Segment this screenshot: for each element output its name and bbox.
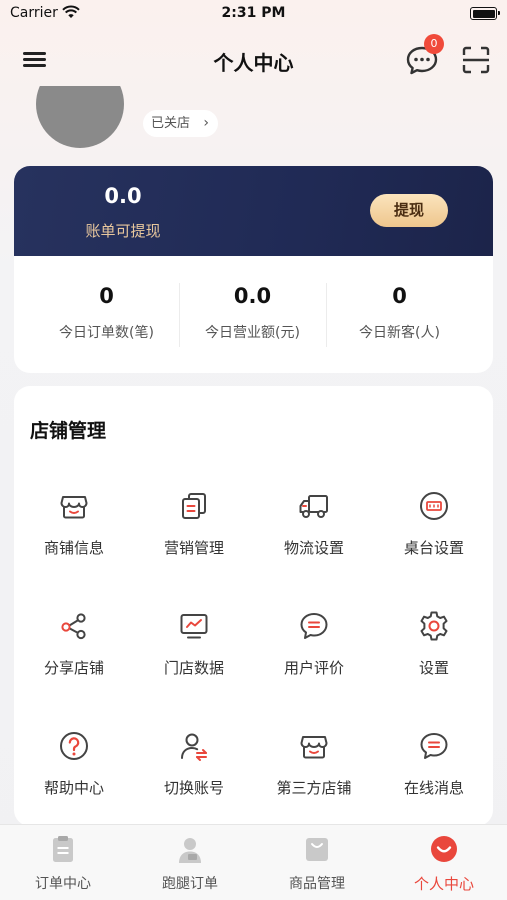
- shop-icon: [60, 496, 88, 519]
- bag-icon: [306, 838, 328, 861]
- grid-item-third-party-shop[interactable]: 第三方店铺: [254, 729, 374, 829]
- balance-label: 账单可提现: [85, 222, 161, 240]
- comment-icon: [300, 613, 328, 639]
- shop-status-label: 已关店: [151, 116, 191, 131]
- stat-revenue: 0.0 今日营业额(元): [175, 256, 330, 373]
- grid-item-label: 切换账号: [163, 779, 224, 797]
- grid-item-settings[interactable]: 设置: [374, 609, 494, 709]
- avatar[interactable]: [36, 86, 124, 148]
- truck-icon: [299, 495, 328, 518]
- stat-new-customers: 0 今日新客(人): [322, 256, 477, 373]
- grid-item-label: 门店数据: [163, 659, 224, 677]
- nav-bar: 个人中心 0: [0, 34, 507, 84]
- tab-label: 订单中心: [35, 876, 91, 892]
- balance-value: 0.0: [104, 184, 142, 208]
- section-title: 店铺管理: [30, 420, 107, 442]
- chat-icon: [420, 733, 448, 759]
- smile-icon: [431, 836, 457, 862]
- stat-label: 今日新客(人): [359, 325, 440, 341]
- grid-item-label: 营销管理: [163, 539, 224, 557]
- stat-orders: 0 今日订单数(笔): [29, 256, 184, 373]
- balance-card: 0.0 账单可提现 提现 0 今日订单数(笔) 0.0 今日营业额(元) 0 今…: [14, 166, 493, 373]
- status-time: 2:31 PM: [221, 5, 286, 21]
- third-party-shop-icon: [300, 736, 328, 759]
- share-icon: [61, 613, 86, 640]
- chevron-right-icon: ›: [203, 115, 210, 131]
- grid-item-label: 在线消息: [403, 779, 464, 797]
- grid-item-shop-info[interactable]: 商铺信息: [14, 489, 134, 589]
- tab-errand-orders[interactable]: 跑腿订单: [127, 825, 253, 900]
- stat-label: 今日订单数(笔): [59, 325, 154, 341]
- grid-item-label: 用户评价: [283, 659, 344, 677]
- courier-icon: [179, 838, 201, 863]
- stat-label: 今日营业额(元): [205, 325, 300, 341]
- tab-order-center[interactable]: 订单中心: [0, 825, 126, 900]
- grid-item-label: 商铺信息: [43, 539, 104, 557]
- tab-label: 跑腿订单: [162, 876, 218, 892]
- switch-account-icon: [181, 733, 207, 761]
- shop-status-button[interactable]: 已关店 ›: [143, 110, 219, 137]
- gear-icon: [420, 611, 448, 641]
- table-icon: [420, 492, 448, 520]
- tab-product-management[interactable]: 商品管理: [254, 825, 380, 900]
- marketing-icon: [182, 493, 206, 519]
- grid-item-online-messages[interactable]: 在线消息: [374, 729, 494, 829]
- grid-item-label: 物流设置: [283, 539, 344, 557]
- store-management-card: 店铺管理 商铺信息 营销管理 物流设置 桌台设置 分享店铺 门店数据 用户评价 …: [14, 386, 493, 826]
- grid-item-user-reviews[interactable]: 用户评价: [254, 609, 374, 709]
- grid-item-label: 帮助中心: [43, 779, 104, 797]
- tab-personal-center[interactable]: 个人中心: [381, 825, 507, 900]
- grid-item-switch-account[interactable]: 切换账号: [134, 729, 254, 829]
- tab-label: 个人中心: [413, 875, 474, 893]
- grid-item-label: 桌台设置: [403, 539, 464, 557]
- monitor-chart-icon: [180, 614, 208, 639]
- grid-item-help-center[interactable]: 帮助中心: [14, 729, 134, 829]
- clipboard-icon: [53, 836, 73, 862]
- grid-item-marketing[interactable]: 营销管理: [134, 489, 254, 589]
- tab-label: 商品管理: [289, 876, 345, 892]
- help-icon: [60, 732, 88, 760]
- grid-item-label: 分享店铺: [43, 659, 104, 677]
- balance-header: 0.0 账单可提现 提现: [14, 166, 493, 256]
- withdraw-button[interactable]: 提现: [370, 194, 448, 227]
- scan-icon[interactable]: [460, 44, 492, 76]
- grid-item-store-data[interactable]: 门店数据: [134, 609, 254, 709]
- status-bar: Carrier 2:31 PM: [0, 0, 507, 28]
- stat-value: 0: [99, 284, 114, 308]
- battery-icon: [470, 7, 500, 20]
- grid-item-logistics[interactable]: 物流设置: [254, 489, 374, 589]
- message-badge: 0: [424, 34, 444, 54]
- grid-item-table-settings[interactable]: 桌台设置: [374, 489, 494, 589]
- profile-section: 已关店 ›: [0, 86, 507, 162]
- grid-item-label: 设置: [418, 659, 449, 677]
- stat-value: 0: [392, 284, 407, 308]
- grid-item-share-shop[interactable]: 分享店铺: [14, 609, 134, 709]
- tab-bar: 订单中心 跑腿订单 商品管理 个人中心: [0, 824, 507, 900]
- grid-item-label: 第三方店铺: [276, 779, 352, 797]
- stat-value: 0.0: [233, 284, 272, 308]
